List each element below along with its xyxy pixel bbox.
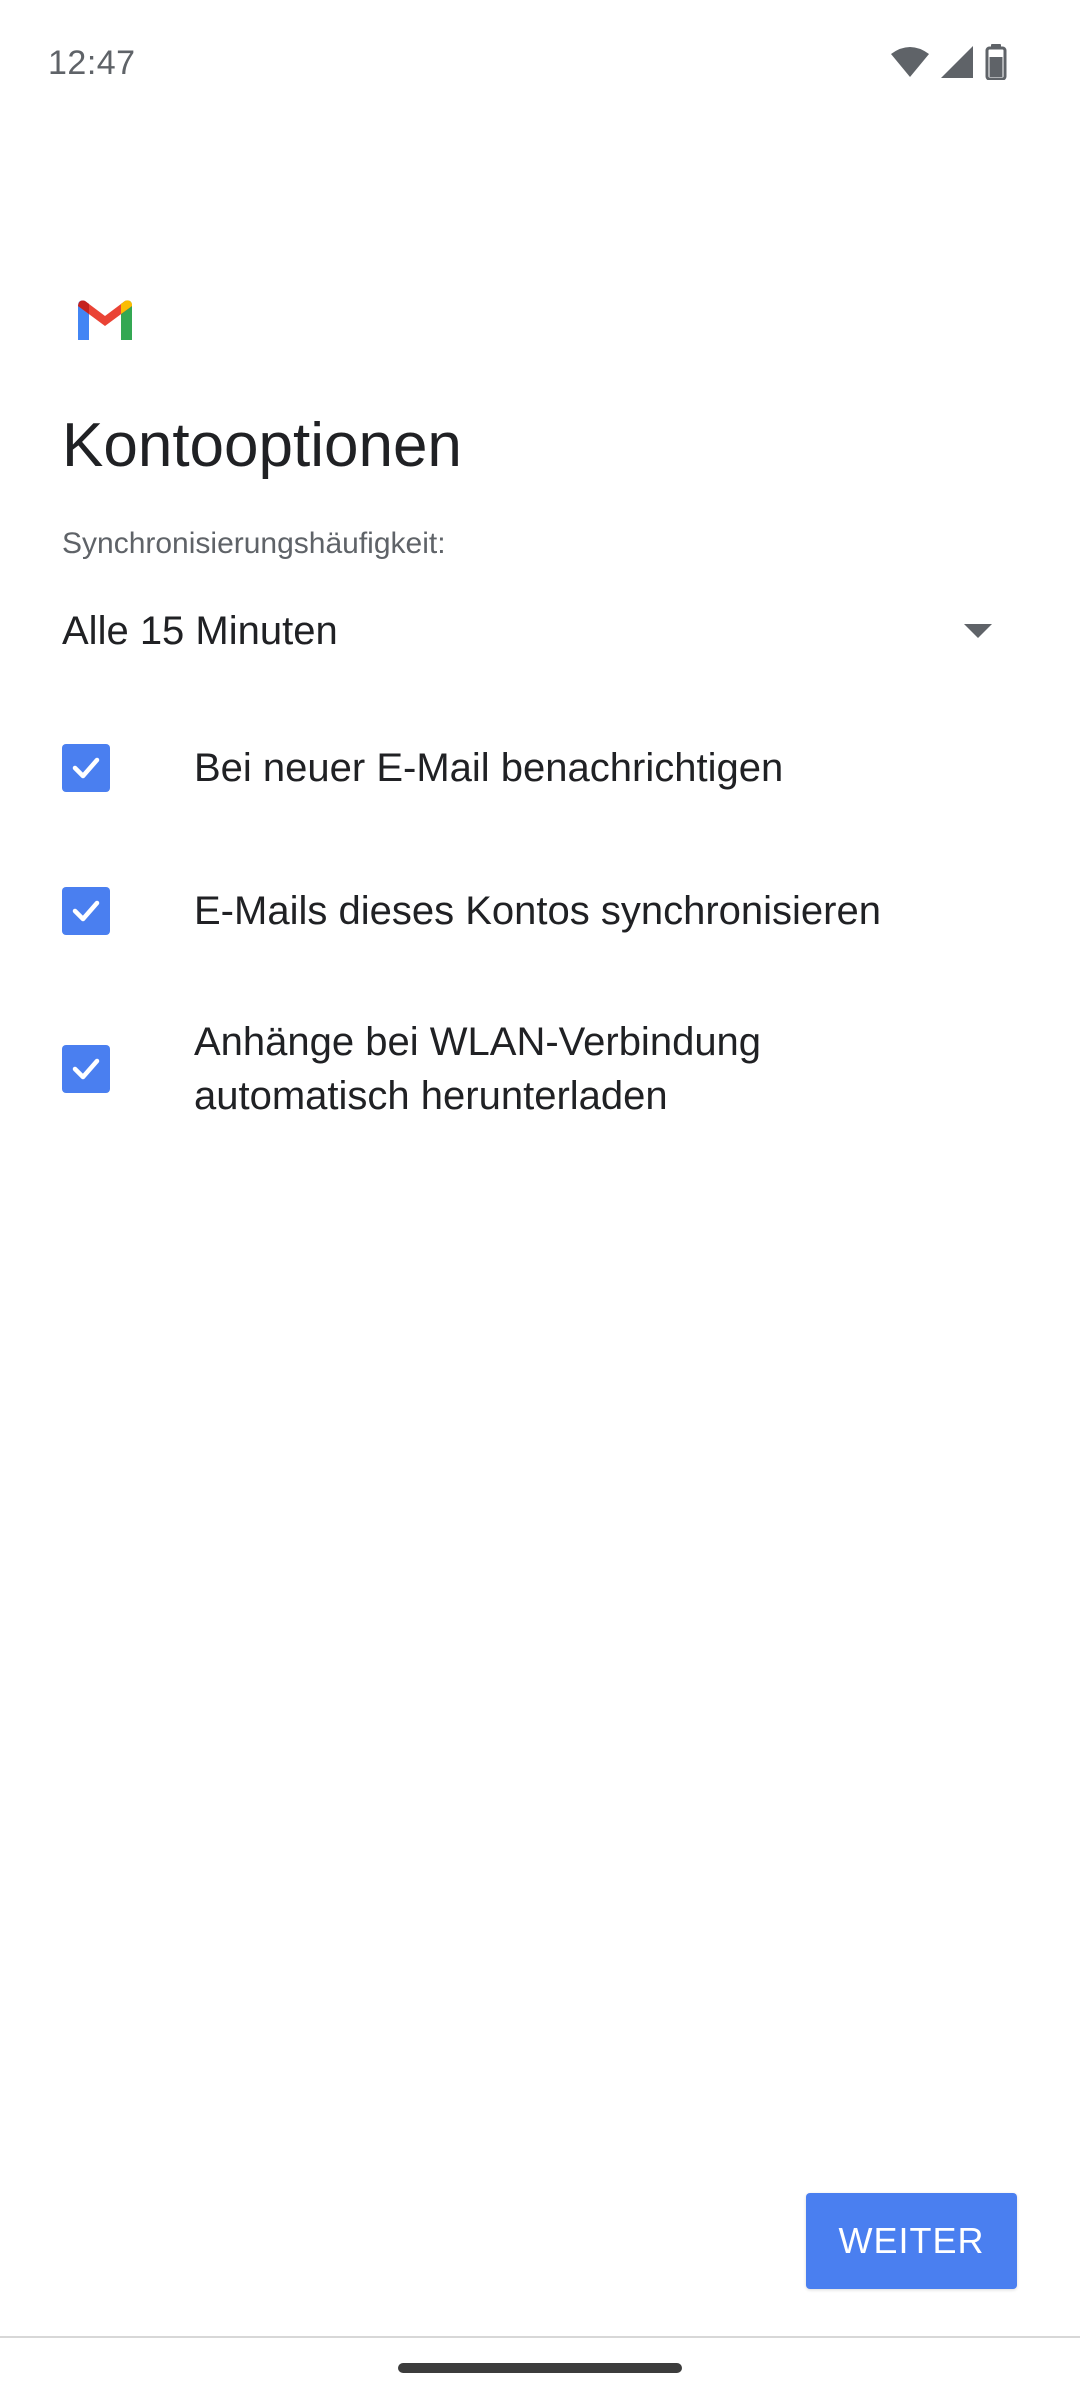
gmail-logo (74, 296, 136, 344)
option-notify-new-mail[interactable]: Bei neuer E-Mail benachrichtigen (62, 741, 1022, 795)
page-title: Kontooptionen (62, 411, 462, 480)
signal-icon (940, 45, 974, 84)
gesture-navigation-bar[interactable] (398, 2363, 682, 2373)
sync-frequency-value: Alle 15 Minuten (62, 608, 338, 653)
sync-frequency-label: Synchronisierungshäufigkeit: (62, 527, 446, 560)
dropdown-arrow-icon (964, 624, 992, 638)
sync-frequency-dropdown[interactable]: Alle 15 Minuten (62, 595, 1002, 667)
option-label: Bei neuer E-Mail benachrichtigen (194, 746, 784, 790)
status-bar: 12:47 (0, 0, 1080, 130)
checkbox-notify-new-mail[interactable] (62, 744, 110, 792)
status-time: 12:47 (48, 44, 136, 82)
option-label: E-Mails dieses Kontos synchronisieren (194, 889, 881, 933)
option-label: Anhänge bei WLAN-Verbindung automatisch … (194, 1020, 762, 1118)
checkbox-download-attachments-wifi[interactable] (62, 1045, 110, 1093)
wifi-icon (890, 46, 930, 83)
status-icons (890, 43, 1008, 85)
checkmark-icon (72, 1058, 100, 1080)
checkmark-icon (72, 900, 100, 922)
checkbox-sync-account-mails[interactable] (62, 887, 110, 935)
battery-icon (984, 43, 1008, 85)
next-button[interactable]: WEITER (806, 2193, 1017, 2289)
checkmark-icon (72, 757, 100, 779)
option-sync-account-mails[interactable]: E-Mails dieses Kontos synchronisieren (62, 884, 1022, 938)
option-download-attachments-wifi[interactable]: Anhänge bei WLAN-Verbindung automatisch … (62, 1015, 822, 1123)
bottom-divider (0, 2336, 1080, 2338)
